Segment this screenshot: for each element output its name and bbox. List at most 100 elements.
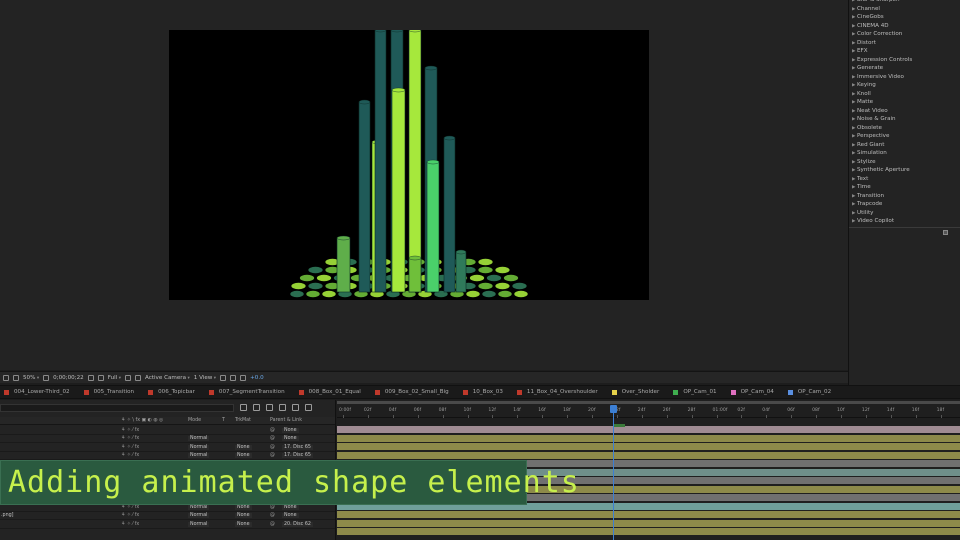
composition-tab[interactable]: 005_Transition (80, 386, 145, 398)
effect-category-item[interactable]: ▶ Noise & Grain (852, 115, 957, 124)
reset-exposure-icon[interactable] (240, 374, 247, 381)
camera-snapshot-icon[interactable] (87, 374, 94, 381)
composition-tab[interactable]: 008_Box_01_Equal (295, 386, 371, 398)
layer-switches-icon[interactable]: ⚘ ✧ ⁄ fx (121, 445, 139, 450)
layer-mode-dropdown[interactable]: Normal (188, 453, 210, 458)
layer-duration-bar[interactable] (337, 519, 960, 527)
layer-row[interactable]: ⚘ ✧ ⁄ fx Normal None @17. Disc 65 (0, 452, 335, 460)
effect-category-item[interactable]: ▶ Utility (852, 209, 957, 218)
layer-trkmat-dropdown[interactable]: None (235, 504, 252, 510)
keyframe-marker[interactable] (613, 424, 625, 427)
layer-mode-dropdown[interactable]: Normal (188, 513, 210, 518)
effect-category-item[interactable]: ▶ CineGobs (852, 13, 957, 22)
frame-blending-icon[interactable] (279, 404, 286, 411)
effect-category-item[interactable]: ▶ Trapcode (852, 200, 957, 209)
layer-trkmat-dropdown[interactable]: None (235, 521, 252, 527)
pick-whip-icon[interactable]: @ (270, 513, 275, 518)
effect-category-item[interactable]: ▶ Video Copilot (852, 217, 957, 226)
resolution-dropdown[interactable]: Full (108, 375, 121, 381)
layer-trkmat-dropdown[interactable]: None (235, 444, 252, 450)
always-preview-icon[interactable] (3, 374, 9, 381)
layer-row[interactable]: ⚘ ✧ ⁄ fx Normal None @17. Disc 65 (0, 443, 335, 452)
composition-tab[interactable]: OP_Cam_01 (669, 386, 726, 398)
layer-mode-dropdown[interactable]: Normal (188, 436, 210, 441)
layer-parent-dropdown[interactable]: None (282, 513, 299, 518)
layer-switches-icon[interactable]: ⚘ ✧ ⁄ fx (121, 513, 139, 518)
effect-category-item[interactable]: ▶ Transition (852, 192, 957, 201)
layer-search-input[interactable] (0, 404, 234, 412)
composition-tab[interactable]: 10_Box_03 (459, 386, 513, 398)
layer-duration-bar[interactable] (337, 528, 960, 535)
layer-trkmat-dropdown[interactable]: None (235, 453, 252, 458)
graph-editor-icon[interactable] (305, 404, 312, 411)
compositon-mini-flowchart-icon[interactable] (240, 404, 247, 411)
composition-tab[interactable]: OP_Cam_02 (784, 386, 841, 398)
layer-switches-icon[interactable]: ⚘ ✧ ⁄ fx (121, 428, 139, 433)
effect-category-item[interactable]: ▶ Stylize (852, 158, 957, 167)
pick-whip-icon[interactable]: @ (270, 522, 275, 527)
effect-category-item[interactable]: ▶ Neat Video (852, 107, 957, 116)
composition-tab[interactable]: Over_Sholder (608, 386, 670, 398)
transparency-grid-icon[interactable] (135, 374, 141, 381)
layer-row[interactable]: ⚘ ✧ ⁄ fx @ None (0, 426, 335, 435)
effect-category-item[interactable]: ▶ Generate (852, 64, 957, 73)
effect-category-item[interactable]: ▶ Text (852, 175, 957, 184)
zoom-dropdown[interactable]: 50% (23, 375, 39, 381)
effect-category-item[interactable]: ▶ Synthetic Aperture (852, 166, 957, 175)
effect-category-item[interactable]: ▶ Expression Controls (852, 56, 957, 65)
composition-tab[interactable]: OP_Cam_04 (727, 386, 784, 398)
pick-whip-icon[interactable]: @ (270, 445, 275, 450)
effect-category-item[interactable]: ▶ Keying (852, 81, 957, 90)
effect-category-item[interactable]: ▶ Immersive Video (852, 73, 957, 82)
effect-category-item[interactable]: ▶ Distort (852, 39, 957, 48)
pick-whip-icon[interactable]: @ (270, 436, 275, 441)
effect-category-item[interactable]: ▶ Matte (852, 98, 957, 107)
color-channels-icon[interactable] (97, 374, 104, 381)
composition-canvas[interactable] (169, 30, 649, 300)
draft-3d-icon[interactable] (253, 404, 260, 411)
effect-category-item[interactable]: ▶ Obsolete (852, 124, 957, 133)
layer-row[interactable]: ⚘ ✧ ⁄ fx Normal @ None (0, 435, 335, 443)
exposure-value[interactable]: +0.0 (250, 375, 264, 381)
pick-whip-icon[interactable]: @ (270, 505, 275, 510)
time-ruler[interactable]: 0:00f02f04f06f08f10f12f14f16f18f20f22f24… (337, 404, 960, 418)
layer-parent-dropdown[interactable]: 17. Disc 65 (282, 453, 313, 458)
layer-duration-bar[interactable] (337, 451, 960, 459)
pick-whip-icon[interactable]: @ (270, 428, 275, 433)
region-of-interest-icon[interactable] (125, 374, 131, 381)
layer-switches-icon[interactable]: ⚘ ✧ ⁄ fx (121, 522, 139, 527)
effect-category-item[interactable]: ▶ CINEMA 4D (852, 22, 957, 31)
layer-switches-icon[interactable]: ⚘ ✧ ⁄ fx (121, 436, 139, 441)
view-layout-dropdown[interactable]: 1 View (194, 375, 216, 381)
layer-switches-icon[interactable]: ⚘ ✧ ⁄ fx (121, 453, 139, 458)
layer-duration-bar[interactable] (337, 443, 960, 450)
composition-tab[interactable]: 007_SegmentTransition (205, 386, 295, 398)
layer-duration-bar[interactable] (337, 434, 960, 442)
composition-tab[interactable]: 004_Lower-Third_02 (0, 386, 80, 398)
layer-parent-dropdown[interactable]: 20. Disc 62 (282, 521, 313, 527)
motion-blur-icon[interactable] (292, 404, 299, 411)
layer-parent-dropdown[interactable]: None (282, 427, 299, 433)
layer-row[interactable]: ⚘ ✧ ⁄ fx Normal None @20. Disc 62 (0, 520, 335, 529)
playhead-handle[interactable] (610, 405, 617, 413)
effect-category-item[interactable]: ▶ Perspective (852, 132, 957, 141)
layer-row[interactable]: .png] ⚘ ✧ ⁄ fx Normal None @ None (0, 512, 335, 520)
layer-mode-dropdown[interactable]: Normal (188, 444, 210, 450)
camera-dropdown[interactable]: Active Camera (145, 375, 190, 381)
flowchart-icon[interactable] (230, 374, 237, 381)
layer-duration-bar[interactable] (337, 426, 960, 433)
effect-category-item[interactable]: ▶ Time (852, 183, 957, 192)
effect-category-item[interactable]: ▶ Channel (852, 5, 957, 14)
current-time[interactable]: 0;00;00;22 (53, 375, 84, 381)
shy-layers-icon[interactable] (266, 404, 273, 411)
effect-category-item[interactable]: ▶ Color Correction (852, 30, 957, 39)
fast-previews-icon[interactable] (220, 374, 227, 381)
effect-category-item[interactable]: ▶ EFX (852, 47, 957, 56)
layer-switches-icon[interactable]: ⚘ ✧ ⁄ fx (121, 505, 139, 510)
pick-whip-icon[interactable]: @ (270, 453, 275, 458)
effect-category-item[interactable]: ▶ Knoll (852, 90, 957, 99)
layer-mode-dropdown[interactable]: Normal (188, 521, 210, 527)
grid-icon[interactable] (43, 374, 50, 381)
effect-category-item[interactable]: ▶ Red Giant (852, 141, 957, 150)
effect-category-item[interactable]: ▶ Simulation (852, 149, 957, 158)
